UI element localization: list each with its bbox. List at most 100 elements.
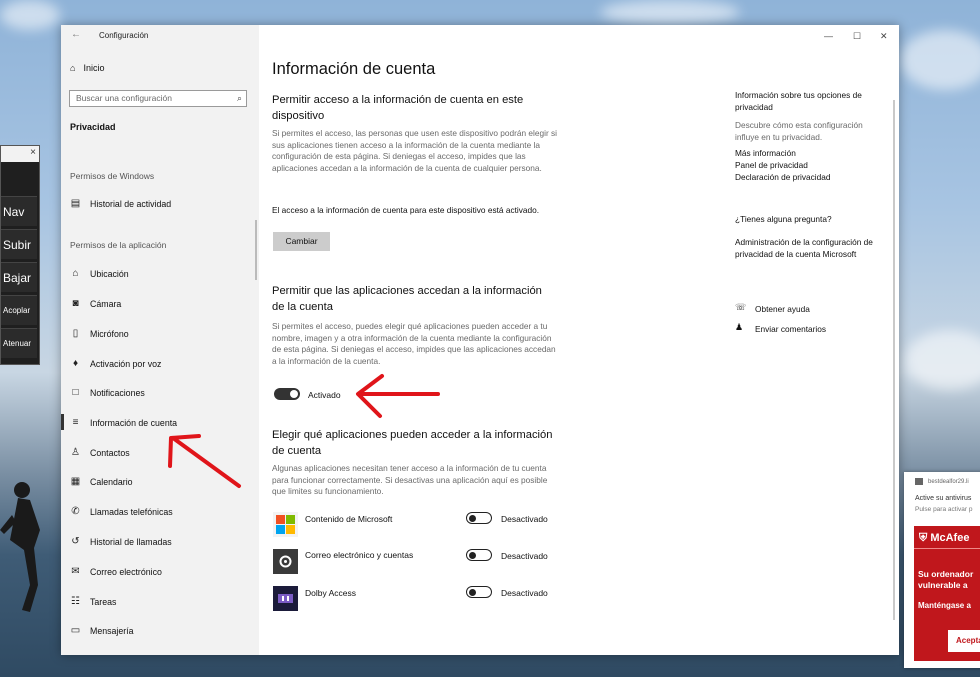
account-info-icon: ≡	[72, 417, 79, 428]
sidebar-item-messaging[interactable]: ▭ Mensajería	[70, 625, 134, 636]
sidebar-item-notifications[interactable]: □ Notificaciones	[70, 387, 145, 398]
section-app-permissions: Permisos de la aplicación	[70, 240, 167, 250]
calendar-icon: ▦	[70, 476, 81, 487]
question-heading: ¿Tienes alguna pregunta?	[735, 214, 832, 224]
home-label: Inicio	[83, 63, 105, 73]
acoplar-button[interactable]: Acoplar	[1, 295, 37, 325]
app-name: Contenido de Microsoft	[305, 514, 393, 524]
app-toggle[interactable]	[466, 512, 492, 524]
sidebar-item-label: Ubicación	[90, 268, 129, 279]
minimize-icon[interactable]: —	[824, 31, 833, 41]
ad-text: Su ordenador vulnerable a	[918, 569, 973, 591]
contacts-icon: ♙	[71, 447, 80, 458]
section-heading: Elegir qué aplicaciones pueden acceder a…	[272, 429, 553, 457]
sidebar-item-calendar[interactable]: ▦ Calendario	[70, 476, 133, 487]
home-icon: ⌂	[70, 63, 76, 73]
mcafee-logo: ⛨ McAfee	[919, 532, 970, 544]
toggle-label: Activado	[308, 390, 341, 400]
ad-text-line: vulnerable a	[918, 580, 968, 590]
sidebar-item-label: Mensajería	[90, 625, 134, 636]
sidebar-item-label: Historial de llamadas	[90, 536, 172, 547]
privacy-info-title: Información sobre tus opciones de privac…	[735, 90, 862, 112]
panel-titlebar: ×	[1, 146, 39, 162]
help-icon: ☏	[735, 302, 747, 312]
ad-text: Manténgase a	[918, 601, 971, 610]
section-description: Algunas aplicaciones necesitan tener acc…	[272, 463, 548, 496]
cloud	[600, 0, 740, 25]
search-input[interactable]: Buscar una configuración ⌕	[69, 90, 247, 107]
more-info-link[interactable]: Más información	[735, 147, 885, 159]
maximize-icon[interactable]: ☐	[853, 31, 861, 42]
ad-text-line: Su ordenador	[918, 569, 974, 579]
section-heading: Permitir acceso a la información de cuen…	[272, 94, 524, 122]
accept-button[interactable]: Acepta	[948, 630, 980, 652]
section-windows-permissions: Permisos de Windows	[70, 171, 155, 181]
sidebar-item-tasks[interactable]: ☷ Tareas	[70, 596, 116, 607]
change-button[interactable]: Cambiar	[273, 232, 330, 251]
back-arrow-icon[interactable]: ←	[71, 29, 81, 40]
message-icon	[915, 478, 923, 485]
section-heading: Permitir que las aplicaciones accedan a …	[272, 285, 542, 313]
privacy-statement-link[interactable]: Declaración de privacidad	[735, 171, 885, 183]
sidebar-item-label: Calendario	[90, 476, 133, 487]
sidebar-item-label: Información de cuenta	[90, 417, 178, 428]
send-feedback-link[interactable]: Enviar comentarios	[755, 324, 826, 334]
nav-button[interactable]: Nav	[1, 196, 37, 226]
ad-line: Active su antivirus	[915, 495, 972, 502]
window-title: Configuración	[99, 31, 149, 40]
device-access-status: El acceso a la información de cuenta par…	[272, 205, 540, 215]
divider	[914, 548, 980, 549]
sidebar-item-microphone[interactable]: ▯ Micrófono	[70, 328, 129, 339]
apps-access-toggle[interactable]	[274, 388, 300, 400]
sidebar-item-account-info[interactable]: ≡ Información de cuenta	[60, 414, 178, 430]
sidebar-item-voice-activation[interactable]: ♦ Activación por voz	[70, 358, 161, 369]
search-icon[interactable]: ⌕	[237, 91, 242, 106]
mail-accounts-icon	[273, 549, 298, 574]
app-name: Dolby Access	[305, 588, 357, 598]
app-toggle-label: Desactivado	[501, 551, 548, 561]
sidebar-item-label: Notificaciones	[90, 387, 145, 398]
search-placeholder: Buscar una configuración	[76, 93, 172, 103]
cloud	[900, 30, 980, 90]
app-toggle-label: Desactivado	[501, 514, 548, 524]
close-icon[interactable]: ×	[30, 147, 36, 158]
sidebar-item-call-history[interactable]: ↺ Historial de llamadas	[70, 536, 172, 547]
sidebar-item-email[interactable]: ✉ Correo electrónico	[70, 566, 162, 577]
location-icon: ⌂	[72, 268, 79, 279]
section-title-privacy: Privacidad	[70, 122, 116, 132]
sidebar-item-camera[interactable]: ◙ Cámara	[70, 298, 121, 309]
app-toggle[interactable]	[466, 549, 492, 561]
privacy-info-desc: Descubre cómo esta configuración influye…	[735, 120, 863, 142]
history-icon: ▤	[70, 198, 81, 209]
close-icon[interactable]: ✕	[880, 31, 888, 42]
main-scrollbar[interactable]	[893, 100, 895, 620]
sidebar: ← Configuración ⌂ Inicio Buscar una conf…	[60, 25, 259, 655]
sidebar-item-label: Cámara	[90, 298, 122, 309]
get-help-link[interactable]: Obtener ayuda	[755, 304, 810, 314]
ad-notification[interactable]: bestdealfor29.li Active su antivirus Pul…	[904, 472, 980, 668]
section-description: Si permites el acceso, puedes elegir qué…	[272, 321, 556, 366]
sidebar-item-location[interactable]: ⌂ Ubicación	[70, 268, 129, 279]
bajar-button[interactable]: Bajar	[1, 262, 37, 292]
phone-icon: ✆	[71, 506, 80, 517]
account-admin-link[interactable]: Administración de la configuración de pr…	[735, 236, 885, 260]
dolby-access-icon	[273, 586, 298, 611]
titlebar: ← Configuración	[61, 25, 259, 47]
sidebar-item-phone-calls[interactable]: ✆ Llamadas telefónicas	[70, 506, 172, 517]
sidebar-item-contacts[interactable]: ♙ Contactos	[70, 447, 130, 458]
sidebar-scrollbar[interactable]	[255, 220, 257, 280]
app-toggle-label: Desactivado	[501, 588, 548, 598]
subir-button[interactable]: Subir	[1, 229, 37, 259]
atenuar-button[interactable]: Atenuar	[1, 328, 37, 358]
cloud	[0, 0, 60, 30]
privacy-dashboard-link[interactable]: Panel de privacidad	[735, 159, 885, 171]
camera-icon: ◙	[72, 298, 79, 309]
voice-icon: ♦	[72, 358, 79, 369]
sidebar-item-label: Activación por voz	[90, 358, 162, 369]
feedback-icon: ♟	[735, 322, 744, 332]
sidebar-item-home[interactable]: ⌂ Inicio	[70, 63, 104, 73]
notifications-icon: □	[72, 387, 79, 398]
sidebar-item-activity-history[interactable]: ▤ Historial de actividad	[70, 198, 171, 209]
mail-icon: ✉	[71, 566, 80, 577]
app-toggle[interactable]	[466, 586, 492, 598]
